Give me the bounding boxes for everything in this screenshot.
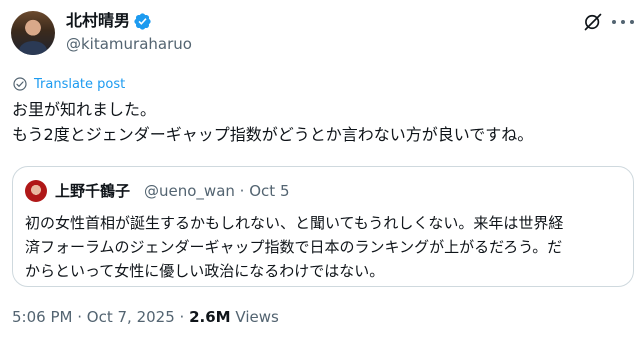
quoted-post-meta: @ueno_wan · Oct 5: [144, 181, 289, 201]
views-label: Views: [235, 308, 279, 326]
author-name[interactable]: 北村晴男: [66, 11, 130, 31]
post-time[interactable]: 5:06 PM: [12, 308, 72, 326]
translate-icon: [13, 77, 27, 91]
quoted-author-avatar: [25, 180, 47, 202]
quoted-author-handle: @ueno_wan: [144, 182, 235, 200]
post-meta: 5:06 PM · Oct 7, 2025 · 2.6M Views: [12, 307, 279, 327]
quoted-line: 済フォーラムのジェンダーギャップ指数で日本のランキングが上がるだろう。だ: [25, 238, 563, 256]
quoted-post-date: Oct 5: [249, 182, 290, 200]
author-handle[interactable]: @kitamuraharuo: [66, 34, 192, 54]
more-icon[interactable]: [612, 13, 634, 31]
more-dot: [630, 20, 634, 24]
more-dot: [612, 20, 616, 24]
post-date[interactable]: Oct 7, 2025: [87, 308, 175, 326]
quoted-line: からといって女性に優しい政治になるわけではない。: [25, 262, 385, 280]
tweet-line: お里が知れました。: [12, 100, 157, 119]
more-dot: [621, 20, 625, 24]
translate-post-link[interactable]: Translate post: [12, 76, 125, 92]
translate-post-label[interactable]: Translate post: [34, 77, 125, 92]
separator: ·: [239, 182, 245, 200]
separator: ·: [77, 308, 83, 326]
verified-badge-icon: [134, 13, 151, 30]
views-count: 2.6M: [189, 308, 231, 326]
separator: ·: [179, 308, 185, 326]
author-avatar[interactable]: [11, 11, 55, 55]
quoted-line: 初の女性首相が誕生するかもしれない、と聞いてもうれしくない。来年は世界経: [25, 214, 564, 232]
quoted-post[interactable]: 上野千鶴子 @ueno_wan · Oct 5 初の女性首相が誕生するかもしれな…: [12, 166, 634, 287]
quoted-author-name: 上野千鶴子: [55, 182, 131, 200]
grok-icon[interactable]: [583, 12, 603, 32]
quoted-post-body: 初の女性首相が誕生するかもしれない、と聞いてもうれしくない。来年は世界経 済フォ…: [25, 211, 625, 283]
tweet-line: もう2度とジェンダーギャップ指数がどうとか言わない方が良いですね。: [12, 125, 534, 144]
tweet-body: お里が知れました。 もう2度とジェンダーギャップ指数がどうとか言わない方が良いで…: [12, 97, 632, 147]
